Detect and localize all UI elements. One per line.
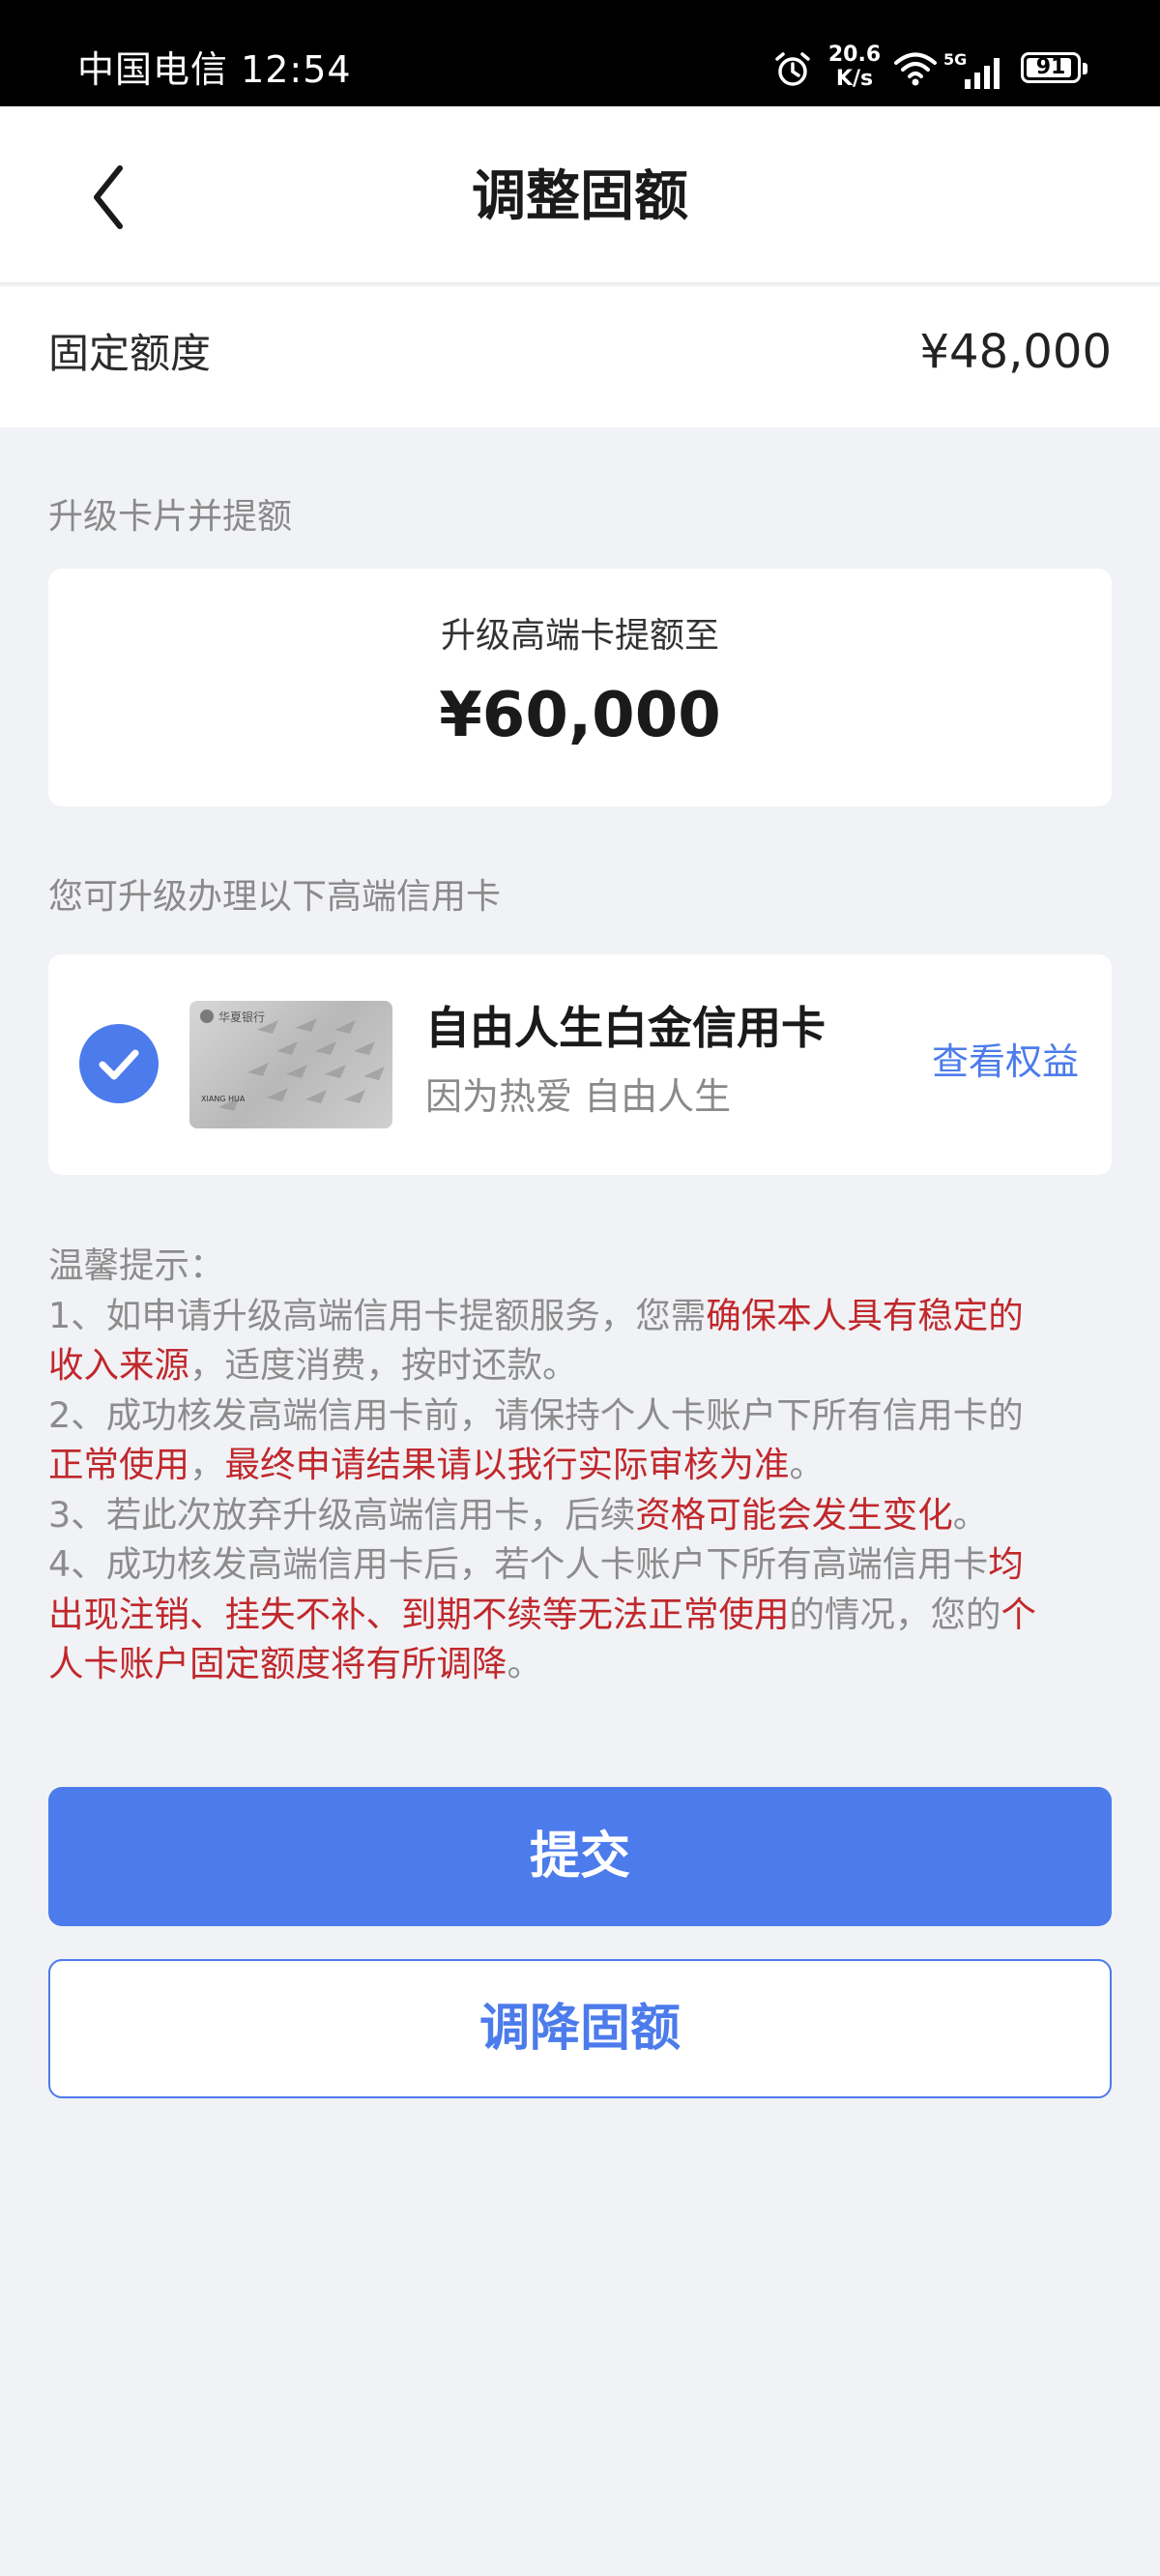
carrier-time: 中国电信 12:54 (77, 48, 352, 91)
tips-text: 的情况，您的 (789, 1593, 1001, 1635)
upgrade-amount: ¥60,000 (439, 680, 721, 751)
tips-line: 正常使用，最终申请结果请以我行实际审核为准。 (48, 1440, 1121, 1490)
tips-highlight: 人卡账户固定额度将有所调降 (48, 1643, 508, 1684)
tips-line: 4、成功核发高端信用卡后，若个人卡账户下所有高端信用卡均 (48, 1539, 1121, 1590)
tips-title: 温馨提示： (48, 1244, 225, 1286)
submit-button[interactable]: 提交 (48, 1787, 1112, 1926)
tips-highlight: 最终申请结果请以我行实际审核为准 (224, 1444, 790, 1485)
tips-text: 2、成功核发高端信用卡前，请保持个人卡账户下所有信用卡的 (48, 1393, 1024, 1436)
tips-highlight: 出现注销、挂失不补、到期不续等无法正常使用 (48, 1593, 790, 1635)
tips-block: 温馨提示： 1、如申请升级高端信用卡提额服务，您需确保本人具有稳定的 收入来源，… (48, 1241, 1121, 1689)
tips-highlight: 收入来源 (48, 1344, 189, 1386)
wifi-icon (894, 52, 937, 86)
card-option[interactable]: 华夏银行 XIANG HUA 自由人生白金信用卡 因为热爱 自由人生 查看权益 (48, 954, 1112, 1175)
battery-icon: 91 (1021, 52, 1088, 83)
tips-text: 。 (952, 1493, 989, 1536)
tips-text: 3、若此次放弃升级高端信用卡，后续 (48, 1493, 636, 1536)
fixed-limit-label: 固定额度 (48, 330, 212, 377)
card-holder-text: XIANG HUA (201, 1095, 246, 1103)
upgrade-section-label: 升级卡片并提额 (48, 497, 293, 537)
credit-card-image: 华夏银行 XIANG HUA (189, 1001, 392, 1128)
tips-highlight: 资格可能会发生变化 (635, 1493, 953, 1536)
tips-highlight: 个 (1000, 1593, 1037, 1635)
page-title: 调整固额 (472, 165, 688, 228)
tips-highlight: 正常使用 (48, 1444, 189, 1485)
nav-bar: 调整固额 (0, 106, 1160, 284)
check-icon[interactable] (79, 1024, 159, 1103)
signal-icon (965, 58, 1000, 89)
fixed-limit-row: 固定额度 ¥48,000 (0, 286, 1160, 427)
upgrade-amount-card: 升级高端卡提额至 ¥60,000 (48, 569, 1112, 806)
tips-text: ， (189, 1444, 225, 1485)
tips-highlight: 均 (988, 1543, 1024, 1585)
view-benefits-link[interactable]: 查看权益 (932, 1038, 1079, 1086)
net-speed-unit: K/s (835, 67, 874, 91)
upgrade-caption: 升级高端卡提额至 (440, 616, 719, 656)
tips-line: 人卡账户固定额度将有所调降。 (48, 1639, 1121, 1689)
tips-line: 收入来源，适度消费，按时还款。 (48, 1340, 1121, 1390)
tips-text: ，适度消费，按时还款。 (189, 1344, 578, 1386)
tips-text: 4、成功核发高端信用卡后，若个人卡账户下所有高端信用卡 (48, 1543, 989, 1585)
battery-level: 91 (1035, 55, 1066, 79)
card-slogan: 因为热爱 自由人生 (425, 1075, 732, 1118)
reduce-limit-button[interactable]: 调降固额 (48, 1959, 1112, 2098)
tips-line: 2、成功核发高端信用卡前，请保持个人卡账户下所有信用卡的 (48, 1390, 1121, 1441)
card-bank-text: 华夏银行 (218, 1010, 265, 1024)
tips-text: 。 (507, 1643, 543, 1684)
alarm-icon (775, 52, 810, 86)
battery-cap (1083, 63, 1088, 74)
card-name: 自由人生白金信用卡 (425, 1002, 826, 1054)
net-speed-value: 20.6 (827, 43, 882, 67)
tips-line: 1、如申请升级高端信用卡提额服务，您需确保本人具有稳定的 (48, 1291, 1121, 1341)
tips-text: 。 (789, 1444, 826, 1485)
tips-text: 1、如申请升级高端信用卡提额服务，您需 (48, 1294, 707, 1336)
tips-line: 3、若此次放弃升级高端信用卡，后续资格可能会发生变化。 (48, 1490, 1121, 1540)
card-section-label: 您可升级办理以下高端信用卡 (48, 877, 502, 917)
status-bar: 中国电信 12:54 20.6 K/s 5G 91 (0, 0, 1160, 106)
tips-line: 出现注销、挂失不补、到期不续等无法正常使用的情况，您的个 (48, 1590, 1121, 1640)
net-speed: 20.6 K/s (824, 43, 885, 91)
tips-highlight: 确保本人具有稳定的 (706, 1294, 1024, 1336)
fixed-limit-value: ¥48,000 (919, 325, 1113, 379)
